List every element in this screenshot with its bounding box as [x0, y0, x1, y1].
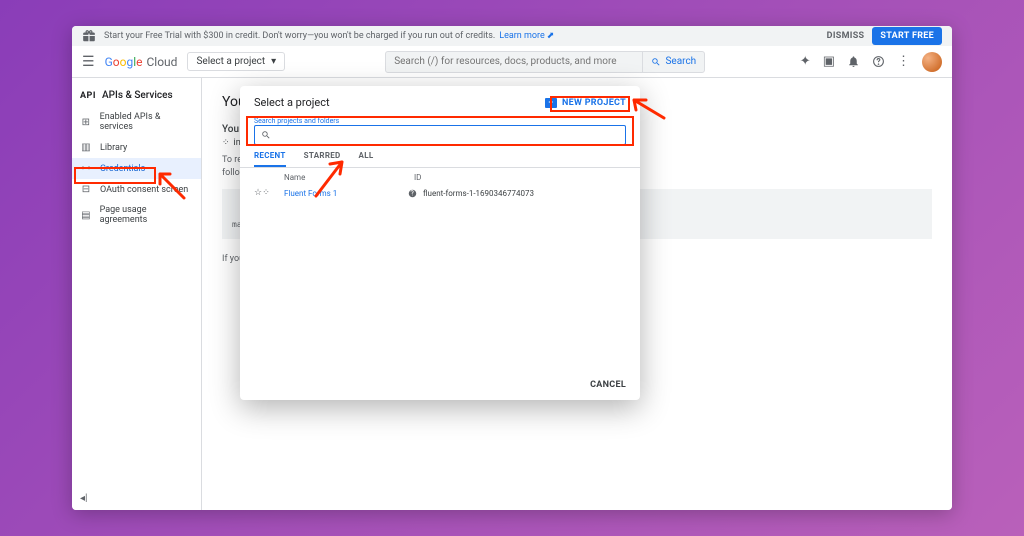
- tab-all[interactable]: ALL: [359, 151, 374, 167]
- free-trial-banner: Start your Free Trial with $300 in credi…: [72, 26, 952, 46]
- agreement-icon: ▤: [80, 210, 92, 221]
- sidebar-heading[interactable]: API APIs & Services: [72, 84, 201, 107]
- external-link-icon: ⬈: [547, 31, 555, 41]
- start-free-button[interactable]: START FREE: [872, 27, 942, 45]
- gift-icon: [82, 29, 96, 43]
- more-icon[interactable]: ⋮: [897, 54, 910, 69]
- gemini-icon[interactable]: ✦: [800, 54, 811, 69]
- project-id: fluent-forms-1-1690346774073: [423, 189, 534, 198]
- select-project-dialog: Select a project + NEW PROJECT Search pr…: [240, 86, 640, 400]
- global-search-input[interactable]: [386, 56, 642, 67]
- sidebar: API APIs & Services ⊞Enabled APIs & serv…: [72, 78, 202, 510]
- sidebar-item-enabled-apis[interactable]: ⊞Enabled APIs & services: [72, 107, 201, 137]
- new-project-icon: +: [545, 98, 557, 108]
- sidebar-item-oauth[interactable]: ⊟OAuth consent screen: [72, 179, 201, 200]
- google-cloud-logo[interactable]: Google Cloud: [105, 55, 178, 69]
- dialog-tabs: RECENT STARRED ALL: [240, 145, 640, 168]
- dialog-title: Select a project: [254, 96, 330, 109]
- notifications-icon[interactable]: [847, 55, 860, 68]
- top-bar: ☰ Google Cloud Select a project ▾ Search…: [72, 46, 952, 78]
- info-icon[interactable]: [408, 189, 417, 198]
- tab-starred[interactable]: STARRED: [304, 151, 341, 167]
- library-icon: ▥: [80, 142, 92, 153]
- chevron-down-icon: ▾: [271, 56, 276, 67]
- tab-recent[interactable]: RECENT: [254, 151, 286, 167]
- help-icon[interactable]: [872, 55, 885, 68]
- global-search-bar[interactable]: Search: [385, 51, 705, 73]
- col-name: Name: [254, 173, 414, 182]
- cloud-shell-icon[interactable]: ▣: [823, 54, 835, 69]
- dismiss-button[interactable]: DISMISS: [827, 31, 865, 41]
- account-avatar[interactable]: [922, 52, 942, 72]
- project-name-link[interactable]: Fluent Forms 1: [284, 189, 414, 198]
- search-button[interactable]: Search: [642, 52, 704, 72]
- project-chip-icon: ⁘: [222, 138, 230, 148]
- cancel-button[interactable]: CANCEL: [590, 380, 626, 390]
- dialog-search-field[interactable]: [254, 125, 626, 145]
- trial-text: Start your Free Trial with $300 in credi…: [104, 31, 495, 41]
- search-icon: [261, 130, 271, 140]
- project-row[interactable]: ☆ ⁘ Fluent Forms 1 fluent-forms-1-169034…: [240, 185, 640, 201]
- collapse-sidebar-icon[interactable]: ◂|: [80, 493, 87, 504]
- api-icon: API: [80, 91, 96, 101]
- dashboard-icon: ⊞: [80, 117, 92, 128]
- dialog-column-headers: Name ID: [240, 168, 640, 185]
- project-selector-button[interactable]: Select a project ▾: [187, 52, 285, 71]
- dialog-search-label: Search projects and folders: [254, 117, 626, 125]
- sidebar-item-credentials[interactable]: ⊶Credentials: [72, 158, 201, 179]
- sidebar-item-library[interactable]: ▥Library: [72, 137, 201, 158]
- key-icon: ⊶: [80, 163, 92, 174]
- nav-menu-icon[interactable]: ☰: [82, 54, 95, 70]
- new-project-button[interactable]: + NEW PROJECT: [545, 98, 626, 108]
- col-id: ID: [414, 173, 421, 182]
- learn-more-link[interactable]: Learn more⬈: [499, 31, 554, 41]
- sidebar-item-agreements[interactable]: ▤Page usage agreements: [72, 200, 201, 230]
- search-icon: [651, 57, 661, 67]
- consent-icon: ⊟: [80, 184, 92, 195]
- star-icon[interactable]: ☆ ⁘: [254, 188, 284, 198]
